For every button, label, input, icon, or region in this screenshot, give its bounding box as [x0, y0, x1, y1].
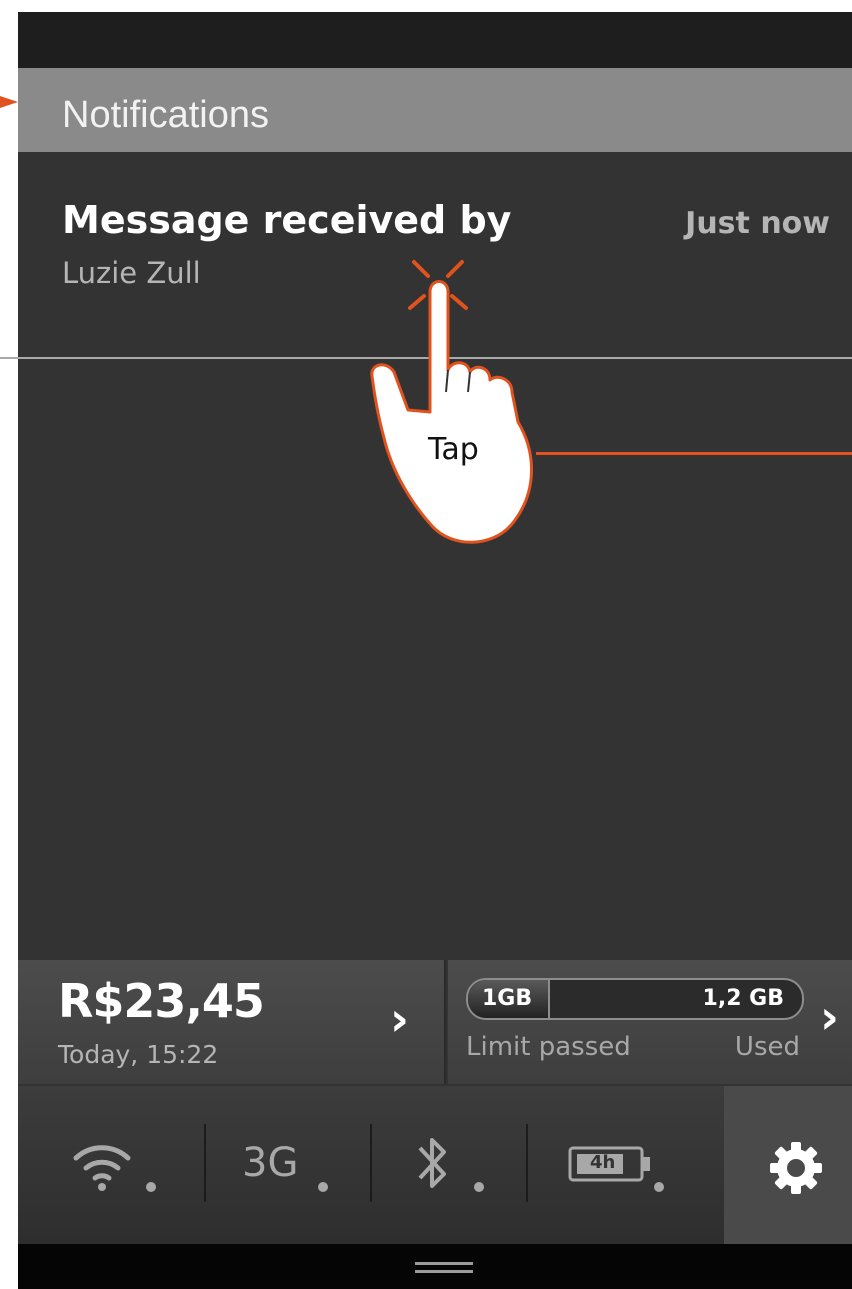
bluetooth-icon	[418, 1138, 446, 1188]
network-label: 3G	[242, 1140, 299, 1186]
notifications-title: Notifications	[62, 94, 269, 136]
tap-label: Tap	[428, 432, 479, 467]
data-limit-label: 1GB	[482, 986, 533, 1011]
drag-handle[interactable]	[415, 1262, 473, 1273]
balance-time: Today, 15:22	[58, 1040, 219, 1069]
battery-status-dot	[654, 1182, 664, 1192]
chevron-right-icon: ›	[820, 990, 839, 1044]
notification-title: Message received by	[62, 198, 512, 242]
balance-amount: R$23,45	[58, 974, 265, 1028]
tap-gesture: Tap	[352, 252, 552, 552]
navigation-bar	[18, 1244, 852, 1289]
chevron-right-icon: ›	[390, 992, 409, 1046]
gear-icon	[770, 1142, 822, 1194]
data-limit-status: Limit passed	[466, 1032, 631, 1062]
balance-card[interactable]: R$23,45 Today, 15:22 ›	[18, 960, 446, 1084]
phone-screen: Notifications Message received by Luzie …	[18, 12, 852, 1289]
wifi-icon	[73, 1145, 131, 1191]
mobile-data-toggle[interactable]: 3G	[206, 1086, 370, 1244]
notification-time: Just now	[685, 206, 830, 241]
annotation-arrow-icon	[0, 96, 18, 108]
notifications-header: Notifications	[18, 68, 852, 152]
data-usage-card[interactable]: 1GB 1,2 GB Limit passed Used ›	[448, 960, 852, 1084]
status-bar	[18, 12, 852, 68]
bluetooth-toggle[interactable]	[372, 1086, 526, 1244]
data-used-status: Used	[734, 1032, 800, 1062]
hand-pointer-icon	[370, 260, 534, 544]
bluetooth-status-dot	[474, 1182, 484, 1192]
mobile-data-status-dot	[318, 1182, 328, 1192]
data-used-label: 1,2 GB	[702, 986, 784, 1011]
battery-toggle[interactable]: 4h	[528, 1086, 724, 1244]
quick-settings-bar: 3G 4h	[18, 1086, 852, 1244]
annotation-connector	[536, 452, 852, 455]
notification-sender: Luzie Zull	[62, 256, 201, 290]
settings-button[interactable]	[724, 1086, 852, 1244]
data-usage-bar: 1GB 1,2 GB	[466, 978, 804, 1020]
wifi-status-dot	[146, 1182, 156, 1192]
battery-time-label: 4h	[590, 1152, 616, 1173]
wifi-toggle[interactable]	[18, 1086, 204, 1244]
